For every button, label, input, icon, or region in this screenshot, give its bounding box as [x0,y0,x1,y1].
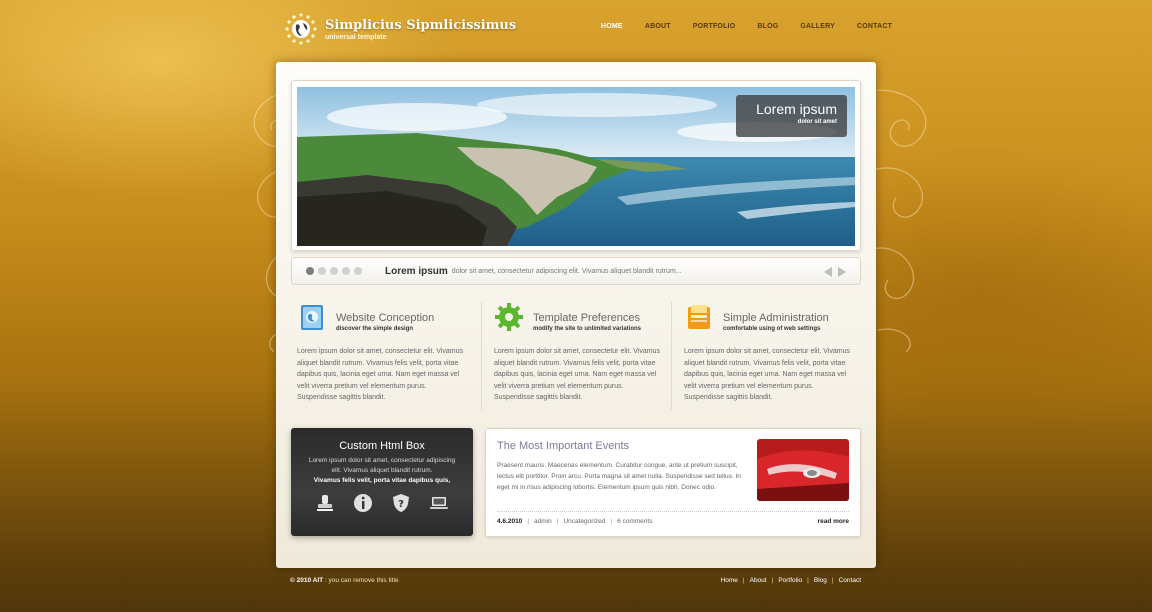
feature-title: Template Preferences [533,312,640,324]
feature-body: Lorem ipsum dolor sit amet, consectetur … [684,348,850,401]
events-title[interactable]: The Most Important Events [497,440,629,452]
main-nav: HOME ABOUT PORTFOLIO BLOG GALLERY CONTAC… [601,23,914,30]
stamp-icon[interactable] [314,492,336,514]
event-comments[interactable]: 6 comments [617,518,652,525]
feature-body: Lorem ipsum dolor sit amet, consectetur … [494,348,660,401]
feature-title: Website Conception [336,312,435,324]
event-meta: 4.6.2010 | admin | Uncategorized | 6 com… [497,518,653,525]
content-panel: Lorem ipsum dolor sit amet Lorem ipsum d… [276,62,876,568]
slider-controls: Lorem ipsum dolor sit amet, consectetur … [291,257,861,285]
caption-title: Lorem ipsum [756,101,837,117]
slider: Lorem ipsum dolor sit amet [291,80,861,251]
copyright-note: : you can remove this title [324,577,399,584]
slide-dot-1[interactable] [306,267,314,275]
info-icon[interactable] [352,492,374,514]
footer-copyright: © 2010 AIT : you can remove this title [290,577,399,584]
custom-box-text: Lorem ipsum dolor sit amet, consectetur … [308,457,456,474]
nav-gallery[interactable]: GALLERY [800,23,835,30]
nav-blog[interactable]: BLOG [757,23,778,30]
site-title: Simplicius Sipmlicissimus [325,17,517,33]
svg-text:?: ? [398,499,404,510]
nav-contact[interactable]: CONTACT [857,23,892,30]
feature-preferences: Template Preferences modify the site to … [481,302,671,410]
custom-box-title: Custom Html Box [339,440,425,452]
copyright-text: © 2010 AIT [290,577,324,584]
slide-pagination [306,267,366,275]
custom-html-box: Custom Html Box Lorem ipsum dolor sit am… [291,428,473,536]
event-date: 4.6.2010 [497,518,523,525]
feature-body: Lorem ipsum dolor sit amet, consectetur … [297,348,463,401]
footer-link-about[interactable]: About [750,577,767,584]
read-more-link[interactable]: read more [818,518,849,525]
custom-box-icons: ? [291,492,473,514]
slide-arrows [818,267,846,277]
next-arrow-icon[interactable] [838,267,846,277]
caption-subtitle: dolor sit amet [797,119,837,125]
feature-subtitle: discover the simple design [336,326,414,332]
footer-link-portfolio[interactable]: Portfolio [778,577,802,584]
feature-subtitle: modify the site to unlimited variations [533,326,642,332]
slide-caption: Lorem ipsum dolor sit amet [736,95,847,137]
events-box: The Most Important Events Praesent mauri… [485,428,861,537]
nav-about[interactable]: ABOUT [645,23,671,30]
feature-title: Simple Administration [723,312,829,324]
footer-link-blog[interactable]: Blog [814,577,827,584]
laptop-icon[interactable] [428,492,450,514]
gear-icon [495,303,523,331]
ornament-right [869,89,927,353]
prev-arrow-icon[interactable] [824,267,832,277]
slide-dot-3[interactable] [330,267,338,275]
footer-link-contact[interactable]: Contact [839,577,861,584]
custom-box-strong: Vivamus felis velit, porta vitae dapibus… [313,477,451,484]
divider [497,511,849,512]
slide-bar-title: Lorem ipsum [385,265,448,277]
events-body: Praesent mauris. Maecenas elementum. Cur… [497,462,741,491]
nav-portfolio[interactable]: PORTFOLIO [693,23,736,30]
event-author[interactable]: admin [534,518,552,525]
event-category[interactable]: Uncategorized [563,518,605,525]
book-icon [301,305,323,330]
event-thumbnail[interactable] [757,439,849,501]
folder-icon [688,305,710,329]
shield-help-icon[interactable]: ? [390,492,412,514]
footer-link-home[interactable]: Home [721,577,738,584]
globe-logo-icon [285,13,317,45]
feature-subtitle: comfortable using of web settings [723,326,821,332]
slide-dot-5[interactable] [354,267,362,275]
nav-home[interactable]: HOME [601,23,623,30]
feature-administration: Simple Administration comfortable using … [671,302,861,410]
feature-conception: Website Conception discover the simple d… [291,302,481,410]
slide-image[interactable]: Lorem ipsum dolor sit amet [297,87,855,246]
slide-bar-text: dolor sit amet, consectetur adipiscing e… [451,267,682,275]
features: Website Conception discover the simple d… [291,302,861,410]
slide-dot-2[interactable] [318,267,326,275]
site-logo[interactable]: Simplicius Sipmlicissimus universal temp… [284,12,516,46]
site-tagline: universal template [325,33,387,41]
car-photo [757,439,849,501]
slide-dot-4[interactable] [342,267,350,275]
footer-nav: Home | About | Portfolio | Blog | Contact [720,577,861,584]
